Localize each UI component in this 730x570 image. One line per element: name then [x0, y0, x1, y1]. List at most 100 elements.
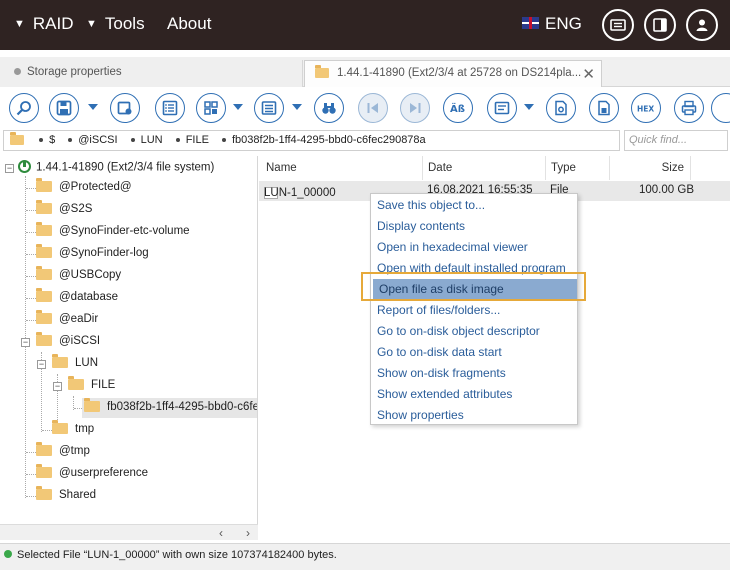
menu-item-object-descriptor[interactable]: Go to on-disk object descriptor — [371, 321, 577, 342]
scroll-left-icon[interactable]: ‹ — [219, 526, 223, 540]
breadcrumb-item[interactable]: @iSCSI — [78, 134, 117, 146]
checklist-button[interactable] — [155, 93, 185, 123]
tree-item-label: @S2S — [59, 203, 93, 215]
list-view-dropdown-icon[interactable] — [292, 104, 302, 110]
print-button[interactable] — [674, 93, 704, 123]
tree-connector — [42, 430, 52, 431]
hex-icon: HEX — [637, 105, 654, 114]
search-button[interactable] — [9, 93, 39, 123]
collapse-toggle[interactable]: − — [53, 382, 62, 391]
file-save-icon — [598, 100, 610, 116]
previous-icon — [367, 103, 378, 113]
column-header-type[interactable]: Type — [546, 156, 610, 180]
menu-item-data-start[interactable]: Go to on-disk data start — [371, 342, 577, 363]
tree-item[interactable]: Shared — [36, 486, 96, 506]
tab-storage-properties[interactable]: Storage properties — [0, 60, 303, 87]
messages-button[interactable] — [602, 9, 634, 41]
next-icon — [410, 103, 421, 113]
menu-item-open-hex-viewer[interactable]: Open in hexadecimal viewer — [371, 237, 577, 258]
tree-item[interactable]: LUN — [52, 354, 98, 374]
tree-item[interactable]: @iSCSI — [36, 332, 100, 352]
image-icon — [494, 101, 510, 115]
tree-item[interactable]: @SynoFinder-log — [36, 244, 149, 264]
tree-item[interactable]: tmp — [52, 420, 94, 440]
tools-menu[interactable]: ▼ Tools — [86, 14, 145, 34]
about-menu[interactable]: About — [167, 14, 211, 34]
column-header-name[interactable]: Name — [259, 156, 423, 180]
menu-item-disk-fragments[interactable]: Show on-disk fragments — [371, 363, 577, 384]
text-encoding-button[interactable]: Äß — [443, 93, 473, 123]
tree-item[interactable]: FILE — [68, 376, 115, 396]
menu-item-display-contents[interactable]: Display contents — [371, 216, 577, 237]
path-separator — [130, 138, 135, 143]
close-tab-icon[interactable]: ✕ — [582, 65, 595, 83]
tree-item-selected[interactable]: fb038f2b-1ff4-4295-bbd0-c6fec — [82, 398, 257, 418]
breadcrumb[interactable]: $ @iSCSI LUN FILE fb038f2b-1ff4-4295-bbd… — [3, 130, 620, 151]
tree-connector — [26, 276, 36, 277]
breadcrumb-item[interactable]: $ — [49, 134, 55, 146]
tree-item[interactable]: @Protected@ — [36, 178, 132, 198]
save-all-button[interactable] — [110, 93, 140, 123]
column-header-date[interactable]: Date — [423, 156, 546, 180]
file-settings-button[interactable] — [546, 93, 576, 123]
breadcrumb-item[interactable]: fb038f2b-1ff4-4295-bbd0-c6fec290878a — [232, 134, 426, 146]
breadcrumb-item[interactable]: FILE — [186, 134, 209, 146]
tree-item-label: FILE — [91, 379, 116, 391]
next-button[interactable] — [400, 93, 430, 123]
save-button[interactable] — [49, 93, 79, 123]
tree-root-label: 1.44.1-41890 (Ext2/3/4 file system) — [36, 161, 215, 174]
find-button[interactable] — [314, 93, 344, 123]
language-label: ENG — [545, 14, 582, 33]
quick-find-input[interactable]: Quick find... — [624, 130, 728, 151]
folder-icon — [36, 464, 52, 479]
column-header-label: Name — [266, 162, 297, 174]
tree-item[interactable]: @userpreference — [36, 464, 148, 484]
tree-item[interactable]: @database — [36, 288, 118, 308]
menu-item-save-object[interactable]: Save this object to... — [371, 195, 577, 216]
list-icon — [261, 101, 277, 115]
menu-item-extended-attributes[interactable]: Show extended attributes — [371, 384, 577, 405]
menu-item-show-properties[interactable]: Show properties — [371, 405, 577, 426]
file-name: LUN-1_00000 — [264, 187, 336, 199]
scroll-right-icon[interactable]: › — [246, 526, 250, 540]
collapse-toggle[interactable]: − — [21, 338, 30, 347]
tree-root[interactable]: 1.44.1-41890 (Ext2/3/4 file system) — [18, 158, 214, 178]
breadcrumb-item[interactable]: LUN — [141, 134, 163, 146]
column-header-size[interactable]: Size — [610, 156, 691, 180]
collapse-toggle[interactable]: − — [5, 164, 14, 173]
view-mode-dropdown-icon[interactable] — [233, 104, 243, 110]
tree-item[interactable]: @USBCopy — [36, 266, 121, 286]
context-menu: Save this object to... Display contents … — [370, 193, 578, 425]
uk-flag-icon — [522, 16, 539, 29]
storage-dot-icon — [14, 68, 21, 75]
top-menu-bar: ▼ RAID ▼ Tools About ENG — [0, 0, 730, 50]
menu-item-report-files[interactable]: Report of files/folders... — [371, 300, 577, 321]
more-tools-button[interactable] — [711, 93, 730, 123]
preview-button[interactable] — [487, 93, 517, 123]
save-dropdown-icon[interactable] — [88, 104, 98, 110]
checklist-icon — [162, 100, 178, 116]
panel-toggle-button[interactable] — [644, 9, 676, 41]
tree-item[interactable]: @eaDir — [36, 310, 98, 330]
hex-viewer-button[interactable]: HEX — [631, 93, 661, 123]
tree-connector — [26, 232, 36, 233]
list-view-button[interactable] — [254, 93, 284, 123]
tab-file-system[interactable]: 1.44.1-41890 (Ext2/3/4 at 25728 on DS214… — [304, 60, 602, 87]
tree-connector — [26, 298, 36, 299]
tree-item[interactable]: @SynoFinder-etc-volume — [36, 222, 190, 242]
preview-dropdown-icon[interactable] — [524, 104, 534, 110]
view-mode-button[interactable] — [196, 93, 226, 123]
tab-file-system-label: 1.44.1-41890 (Ext2/3/4 at 25728 on DS214… — [337, 67, 582, 79]
tree-connector — [26, 474, 36, 475]
column-header-label: Type — [551, 162, 576, 174]
previous-button[interactable] — [358, 93, 388, 123]
partition-icon — [18, 160, 31, 173]
language-selector[interactable]: ENG — [522, 14, 582, 34]
user-account-button[interactable] — [686, 9, 718, 41]
raid-menu[interactable]: ▼ RAID — [14, 14, 74, 34]
tree-item[interactable]: @tmp — [36, 442, 90, 462]
tree-item[interactable]: @S2S — [36, 200, 92, 220]
file-save-button[interactable] — [589, 93, 619, 123]
tree-horizontal-scrollbar[interactable]: ‹ › — [0, 524, 258, 540]
collapse-toggle[interactable]: − — [37, 360, 46, 369]
